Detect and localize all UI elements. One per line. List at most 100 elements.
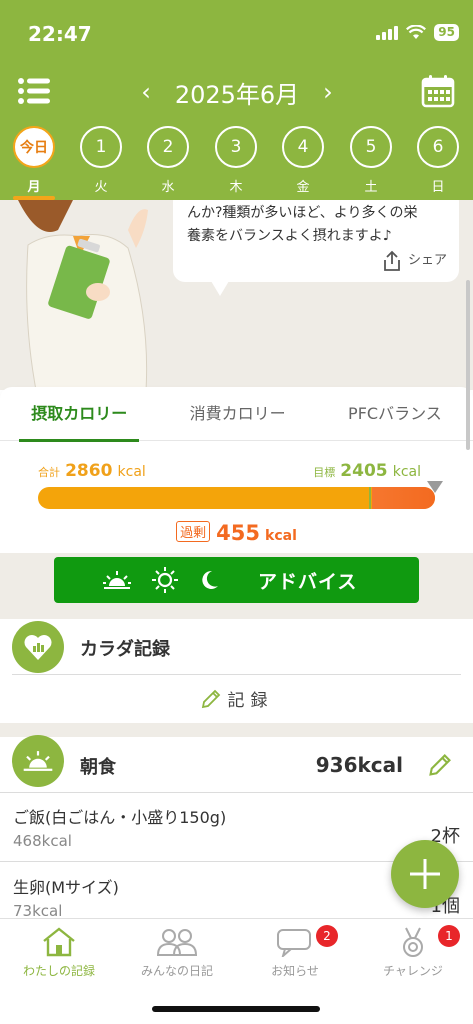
bubble-tail [208,276,232,296]
breakfast-total-kcal: 936kcal [315,753,403,777]
day-number: 今日 [13,126,55,168]
day-number: 6 [417,126,459,168]
month-title[interactable]: 2025年6月 [175,75,299,110]
goal-marker [369,487,371,509]
tab-label: お知らせ [271,964,319,978]
breakfast-title: 朝食 [80,757,116,778]
chat-bubble-icon [277,929,311,957]
tab-label: みんなの日記 [140,964,213,978]
status-time: 22:47 [28,22,92,46]
wifi-icon [406,25,427,39]
day-label: 水 [161,180,175,195]
divider [0,792,473,793]
food-name: ご飯(白ごはん・小盛り150g) [13,808,227,827]
total-label: 合計 [38,466,60,479]
calorie-tabs: 摂取カロリー 消費カロリー PFCバランス [0,387,473,442]
advice-bubble: んか?種類が多いほど、より多くの栄 養素をバランスよく摂れますよ♪ シェア [173,200,459,282]
medal-icon [403,927,423,957]
calorie-progress-bar [38,487,435,509]
goal-value: 2405 [340,461,388,481]
day-6[interactable]: 6 日 [411,122,465,200]
signal-icon [376,25,399,40]
food-item[interactable]: ご飯(白ごはん・小盛り150g) 468kcal 2杯 [13,804,460,850]
plus-icon [410,859,440,889]
edit-pencil-icon[interactable] [427,752,453,778]
advice-button-label: アドバイス [258,570,358,593]
section-separator [0,723,473,737]
day-label: 月 [27,180,41,195]
advice-panel: んか?種類が多いほど、より多くの栄 養素をバランスよく摂れますよ♪ シェア [0,200,473,390]
share-button[interactable]: シェア [382,249,447,272]
heart-chart-icon [12,621,64,673]
tab-notifications[interactable]: お知らせ 2 [236,925,354,979]
tab-burned-calories[interactable]: 消費カロリー [178,387,298,441]
tab-community-diary[interactable]: みんなの日記 [118,925,236,979]
total-value: 2860 [65,461,113,481]
home-indicator [152,1006,320,1012]
prev-month-button[interactable]: ‹ [134,78,158,106]
advice-line-2: 養素をバランスよく摂れますよ♪ [187,228,392,244]
excess-value: 455 [216,521,260,545]
goal-calories: 目標 2405 kcal [313,461,421,481]
tab-intake-calories[interactable]: 摂取カロリー [19,387,140,442]
day-label: 金 [296,180,310,195]
day-number: 3 [215,126,257,168]
body-record-section: カラダ記録 記録 [0,619,473,723]
tab-my-record[interactable]: わたしの記録 [0,925,118,979]
record-body-label: 記録 [227,691,274,711]
bar-end-pointer [427,481,443,493]
add-button[interactable] [391,840,459,908]
battery-icon: 95 [434,24,459,41]
day-label: 日 [431,180,445,195]
advice-button[interactable]: アドバイス [54,557,419,603]
notification-badge: 2 [316,925,338,947]
pencil-icon [201,689,220,709]
month-navigator: ‹ 2025年6月 › [134,75,340,110]
calorie-card: 摂取カロリー 消費カロリー PFCバランス 合計 2860 kcal 目標 24… [0,387,473,553]
day-number: 4 [282,126,324,168]
day-2[interactable]: 2 水 [141,122,195,200]
share-icon [384,250,400,271]
calendar-icon[interactable] [421,74,455,108]
tab-challenge[interactable]: チャレンジ 1 [354,925,472,979]
list-menu-icon[interactable] [18,78,50,104]
divider [12,674,461,675]
day-label: 土 [364,180,378,195]
day-5[interactable]: 5 土 [344,122,398,200]
next-month-button[interactable]: › [316,78,340,106]
advice-line-1: んか?種類が多いほど、より多くの栄 [187,205,418,221]
total-calories: 合計 2860 kcal [38,461,146,481]
goal-label: 目標 [313,466,336,479]
day-3[interactable]: 3 木 [209,122,263,200]
excess-unit: kcal [265,528,297,544]
day-number: 1 [80,126,122,168]
nutritionist-illustration [18,200,148,390]
excess-segment [371,487,435,509]
sunrise-icon [103,571,131,589]
sun-icon [152,567,178,593]
body-record-title: カラダ記録 [80,639,170,660]
week-strip: 今日 月 1 火 2 水 3 木 4 金 5 土 6 日 [0,122,473,200]
tab-label: チャレンジ [383,964,443,978]
day-today[interactable]: 今日 月 [7,122,61,200]
day-1[interactable]: 1 火 [74,122,128,200]
share-label: シェア [407,253,447,268]
day-label: 木 [229,180,243,195]
day-label: 火 [94,180,108,195]
total-unit: kcal [117,464,146,480]
status-icons: 95 [376,24,459,41]
app-header: 22:47 95 ‹ 2025年6月 › 今日 月 1 火 2 水 3 木 4 … [0,0,473,200]
people-icon [156,929,198,956]
food-kcal: 468kcal [13,832,72,850]
sunrise-icon [12,735,64,787]
moon-icon [202,570,218,589]
excess-badge: 過剰 [176,521,211,542]
challenge-badge: 1 [438,925,460,947]
day-number: 5 [350,126,392,168]
tab-pfc-balance[interactable]: PFCバランス [336,387,454,441]
home-icon [43,927,75,957]
record-body-button[interactable]: 記録 [0,686,473,711]
excess-calories: 過剰 455 kcal [0,521,473,545]
scrollbar[interactable] [466,280,470,450]
day-4[interactable]: 4 金 [276,122,330,200]
